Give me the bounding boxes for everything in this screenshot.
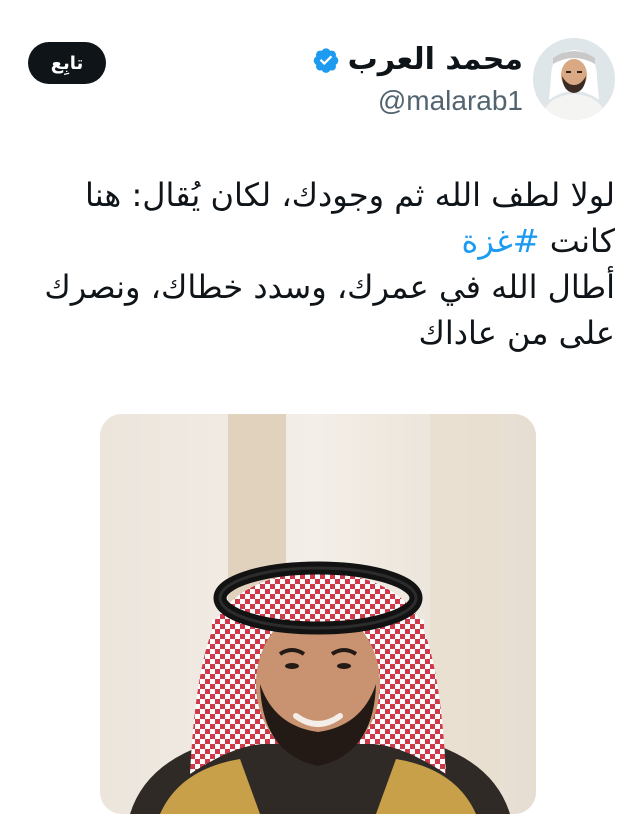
tweet-text: لولا لطف الله ثم وجودك، لكان يُقال: هنا … <box>18 172 615 356</box>
name-row: محمد العرب <box>312 42 523 78</box>
tweet-line-3: أطال الله في عمرك، وسدد خطاك، ونصرك <box>44 268 615 306</box>
tweet-line-2-text: كانت <box>539 222 615 260</box>
tweet-line-2: كانت #غزة <box>18 218 615 264</box>
tweet-media[interactable] <box>100 414 536 814</box>
verified-badge-icon <box>312 46 340 74</box>
user-handle[interactable]: @malarab1 <box>312 84 523 118</box>
tweet-card: محمد العرب @malarab1 تابِع لولا لطف الله… <box>0 0 633 814</box>
follow-button[interactable]: تابِع <box>28 42 106 84</box>
avatar[interactable] <box>533 38 615 120</box>
profile-photo-icon <box>533 38 615 120</box>
display-name[interactable]: محمد العرب <box>348 42 523 78</box>
tweet-line-1: لولا لطف الله ثم وجودك، لكان يُقال: هنا <box>85 176 615 214</box>
hashtag-link[interactable]: #غزة <box>462 222 540 260</box>
tweet-line-4: على من عاداك <box>418 314 615 352</box>
attached-photo-icon <box>100 414 536 814</box>
user-info: محمد العرب @malarab1 <box>312 42 523 118</box>
